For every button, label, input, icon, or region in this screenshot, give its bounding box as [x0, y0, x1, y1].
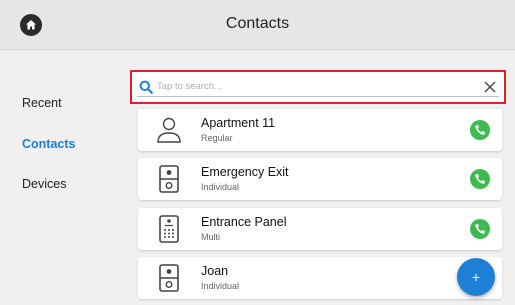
contact-type: Individual — [201, 281, 240, 291]
search-input[interactable] — [157, 78, 483, 95]
contact-name: Entrance Panel — [201, 215, 287, 229]
person-icon — [157, 117, 181, 143]
close-icon[interactable] — [483, 80, 497, 94]
contact-type: Multi — [201, 232, 221, 242]
sidebar-item-recent[interactable]: Recent — [22, 96, 62, 110]
contact-row[interactable]: Joan Individual — [138, 257, 502, 299]
add-contact-button[interactable]: + — [457, 258, 495, 296]
search-box — [130, 70, 506, 104]
call-button[interactable] — [470, 120, 490, 140]
phone-icon — [475, 125, 485, 135]
contact-row[interactable]: Emergency Exit Individual — [138, 158, 502, 200]
contact-name: Emergency Exit — [201, 165, 289, 179]
search-icon[interactable] — [139, 80, 153, 94]
sidebar: Recent Contacts Devices — [0, 51, 128, 305]
keypad-intercom-icon — [159, 215, 179, 243]
contact-row[interactable]: Entrance Panel Multi — [138, 208, 502, 250]
page-title: Contacts — [225, 15, 290, 32]
search-bar — [137, 77, 499, 97]
plus-icon: + — [471, 269, 481, 285]
contact-type: Regular — [201, 133, 233, 143]
header-bar: Contacts — [0, 0, 515, 50]
contact-name: Joan — [201, 264, 229, 278]
sidebar-item-devices[interactable]: Devices — [22, 177, 66, 191]
phone-icon — [475, 174, 485, 184]
call-button[interactable] — [470, 169, 490, 189]
contact-name: Apartment 11 — [201, 116, 276, 130]
sidebar-item-contacts[interactable]: Contacts — [22, 137, 75, 151]
contact-row[interactable]: Apartment 11 Regular — [138, 109, 502, 151]
phone-icon — [475, 224, 485, 234]
intercom-icon — [159, 165, 179, 193]
call-button[interactable] — [470, 219, 490, 239]
intercom-icon — [159, 264, 179, 292]
contact-type: Individual — [201, 182, 240, 192]
